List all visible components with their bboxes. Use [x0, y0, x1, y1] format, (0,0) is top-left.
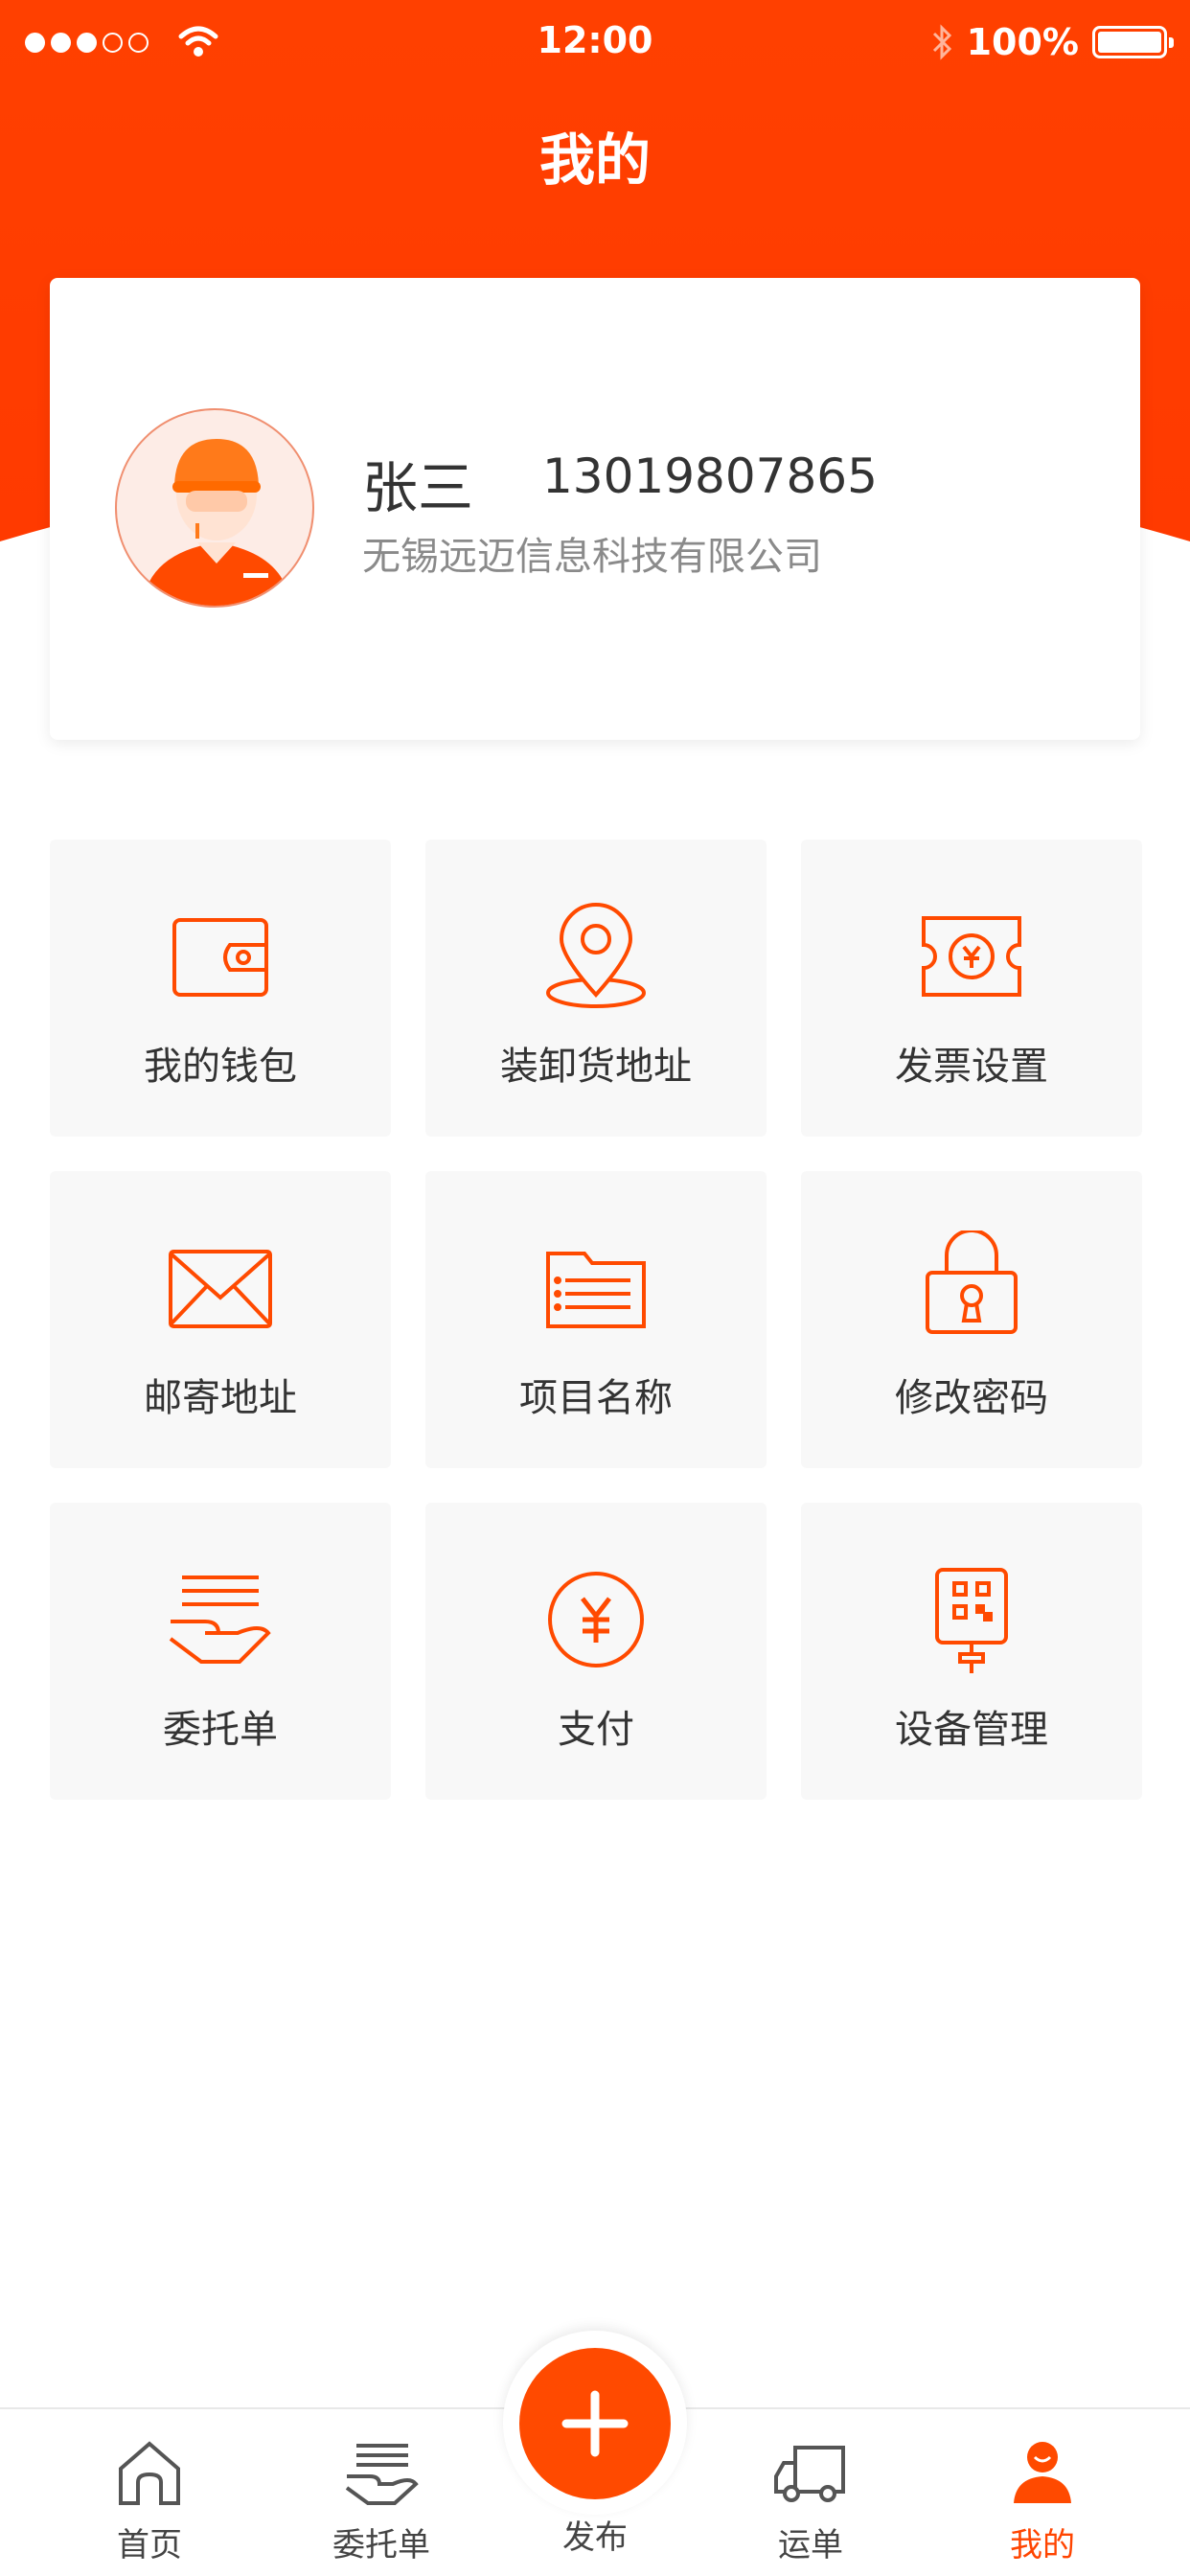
- wallet-icon: [172, 918, 268, 997]
- menu-wallet[interactable]: 我的钱包: [50, 840, 391, 1137]
- lock-icon: [926, 1230, 1018, 1334]
- tab-label: 委托单: [332, 2526, 430, 2564]
- tab-label: 首页: [117, 2526, 182, 2564]
- menu-label: 邮寄地址: [144, 1376, 297, 1420]
- menu-invoice-settings[interactable]: 发票设置: [801, 840, 1142, 1137]
- tab-entrust-orders[interactable]: 委托单: [295, 2432, 468, 2565]
- menu-loading-address[interactable]: 装卸货地址: [425, 840, 767, 1137]
- menu-label: 修改密码: [895, 1376, 1048, 1420]
- menu-label: 我的钱包: [144, 1045, 297, 1089]
- home-icon: [119, 2441, 180, 2505]
- location-pin-icon: [546, 903, 646, 1008]
- bluetooth-icon: [932, 24, 951, 60]
- page-title: 我的: [538, 127, 651, 193]
- envelope-icon: [169, 1250, 272, 1328]
- tab-waybill[interactable]: 运单: [724, 2432, 897, 2565]
- profile-card[interactable]: 张三 13019807865 无锡远迈信息科技有限公司: [50, 278, 1140, 740]
- hand-document-icon: [345, 2444, 419, 2505]
- tab-label: 运单: [778, 2526, 843, 2564]
- menu-mailing-address[interactable]: 邮寄地址: [50, 1171, 391, 1468]
- menu-label: 发票设置: [895, 1045, 1048, 1089]
- tab-label: 我的: [1010, 2526, 1075, 2564]
- menu-entrust-order[interactable]: 委托单: [50, 1503, 391, 1800]
- publish-button[interactable]: [519, 2348, 671, 2499]
- profile-name: 张三: [362, 455, 474, 520]
- truck-icon: [774, 2446, 845, 2502]
- avatar[interactable]: [115, 408, 314, 608]
- user-avatar-icon: [142, 439, 291, 606]
- tab-mine[interactable]: 我的: [956, 2432, 1129, 2565]
- publish-label: 发布: [562, 2518, 628, 2557]
- menu-label: 设备管理: [895, 1708, 1048, 1752]
- menu-device-management[interactable]: 设备管理: [801, 1503, 1142, 1800]
- menu-change-password[interactable]: 修改密码: [801, 1171, 1142, 1468]
- profile-phone: 13019807865: [542, 448, 878, 504]
- menu-payment[interactable]: 支付: [425, 1503, 767, 1800]
- menu-label: 装卸货地址: [500, 1045, 692, 1089]
- plus-icon: [561, 2390, 629, 2457]
- battery-percent: 100%: [966, 21, 1079, 63]
- menu-grid: 我的钱包 装卸货地址 发票设置 邮寄地址 项目名称 修改密码 委托单 支付 设备…: [50, 840, 1142, 1800]
- battery-icon: [1092, 26, 1174, 58]
- status-bar: 12:00 100%: [0, 0, 1190, 84]
- profile-company: 无锡远迈信息科技有限公司: [362, 535, 822, 579]
- yen-coin-icon: [548, 1572, 644, 1668]
- menu-project-name[interactable]: 项目名称: [425, 1171, 767, 1468]
- user-profile-icon: [1014, 2442, 1071, 2503]
- folder-icon: [546, 1252, 646, 1328]
- qr-device-icon: [935, 1568, 1008, 1673]
- menu-label: 支付: [558, 1708, 634, 1752]
- menu-label: 委托单: [163, 1708, 278, 1752]
- invoice-ticket-icon: [922, 916, 1021, 997]
- hand-document-icon: [169, 1576, 271, 1664]
- tab-home[interactable]: 首页: [63, 2432, 236, 2565]
- menu-label: 项目名称: [519, 1376, 673, 1420]
